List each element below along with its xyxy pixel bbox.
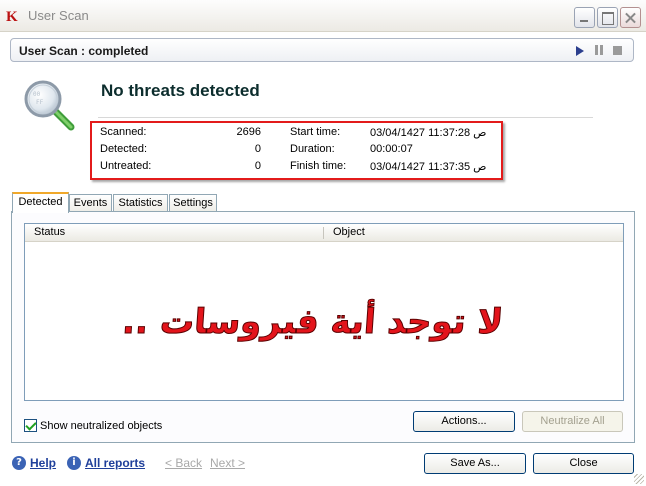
finish-time-value: 03/04/1427 11:37:35 ص <box>370 161 487 173</box>
stop-icon[interactable] <box>613 46 622 55</box>
window-title: User Scan <box>28 8 89 23</box>
magnifier-scan-icon: 00 FF <box>24 80 75 131</box>
svg-text:00: 00 <box>33 91 41 98</box>
maximize-button[interactable] <box>597 7 618 28</box>
back-link[interactable]: < Back <box>165 456 202 470</box>
actions-button[interactable]: Actions... <box>413 411 515 432</box>
column-header-object[interactable]: Object <box>333 226 365 238</box>
list-header: Status Object <box>25 224 623 242</box>
duration-value: 00:00:07 <box>370 143 413 155</box>
neutralize-all-button[interactable]: Neutralize All <box>522 411 623 432</box>
column-header-status[interactable]: Status <box>34 226 65 238</box>
save-as-button[interactable]: Save As... <box>424 453 526 474</box>
start-time-value: 03/04/1427 11:37:28 ص <box>370 127 487 139</box>
pause-icon[interactable] <box>595 45 605 55</box>
detected-tab-panel: Status Object لا توجد أية فيروسات .. Sho… <box>11 211 635 443</box>
next-link[interactable]: Next > <box>210 456 245 470</box>
close-button[interactable]: Close <box>533 453 634 474</box>
scan-summary-box: Scanned: 2696 Start time: 03/04/1427 11:… <box>90 121 503 180</box>
play-icon[interactable] <box>576 46 584 56</box>
all-reports-link[interactable]: All reports <box>85 456 145 470</box>
scan-status-bar: User Scan : completed <box>10 38 634 62</box>
maximize-icon <box>598 8 617 27</box>
scan-result-headline: No threats detected <box>101 81 260 100</box>
close-window-button[interactable] <box>620 7 641 28</box>
duration-label: Duration: <box>290 143 335 155</box>
start-time-label: Start time: <box>290 126 341 138</box>
scanned-label: Scanned: <box>100 126 147 138</box>
show-neutralized-checkbox[interactable] <box>24 419 37 432</box>
divider <box>98 117 593 118</box>
info-icon[interactable]: i <box>67 456 81 470</box>
column-separator[interactable] <box>323 227 324 239</box>
summary-row: Untreated: 0 Finish time: 03/04/1427 11:… <box>92 160 501 176</box>
detected-label: Detected: <box>100 143 148 155</box>
help-link[interactable]: Help <box>30 456 56 470</box>
arabic-annotation: لا توجد أية فيروسات .. <box>121 299 505 343</box>
show-neutralized-label[interactable]: Show neutralized objects <box>40 420 162 432</box>
scan-status-text: User Scan : completed <box>19 44 149 58</box>
summary-row: Detected: 0 Duration: 00:00:07 <box>92 143 501 159</box>
detected-count: 0 <box>254 143 261 155</box>
summary-row: Scanned: 2696 Start time: 03/04/1427 11:… <box>92 126 501 142</box>
finish-time-label: Finish time: <box>290 160 347 172</box>
resize-grip[interactable] <box>634 474 644 484</box>
tab-detected[interactable]: Detected <box>12 192 69 213</box>
close-icon <box>621 8 640 27</box>
minimize-button[interactable] <box>574 7 595 28</box>
untreated-label: Untreated: <box>100 160 152 172</box>
minimize-icon <box>575 8 594 27</box>
untreated-count: 0 <box>254 160 261 172</box>
scanned-count: 2696 <box>236 126 261 138</box>
annotation-text: لا توجد أية فيروسات .. <box>121 299 504 342</box>
help-icon[interactable]: ? <box>12 456 26 470</box>
detected-objects-list[interactable]: Status Object لا توجد أية فيروسات .. <box>24 223 624 401</box>
kaspersky-logo-icon: K <box>6 9 18 25</box>
window-title-bar[interactable]: K User Scan <box>0 0 646 32</box>
svg-text:FF: FF <box>36 99 44 106</box>
